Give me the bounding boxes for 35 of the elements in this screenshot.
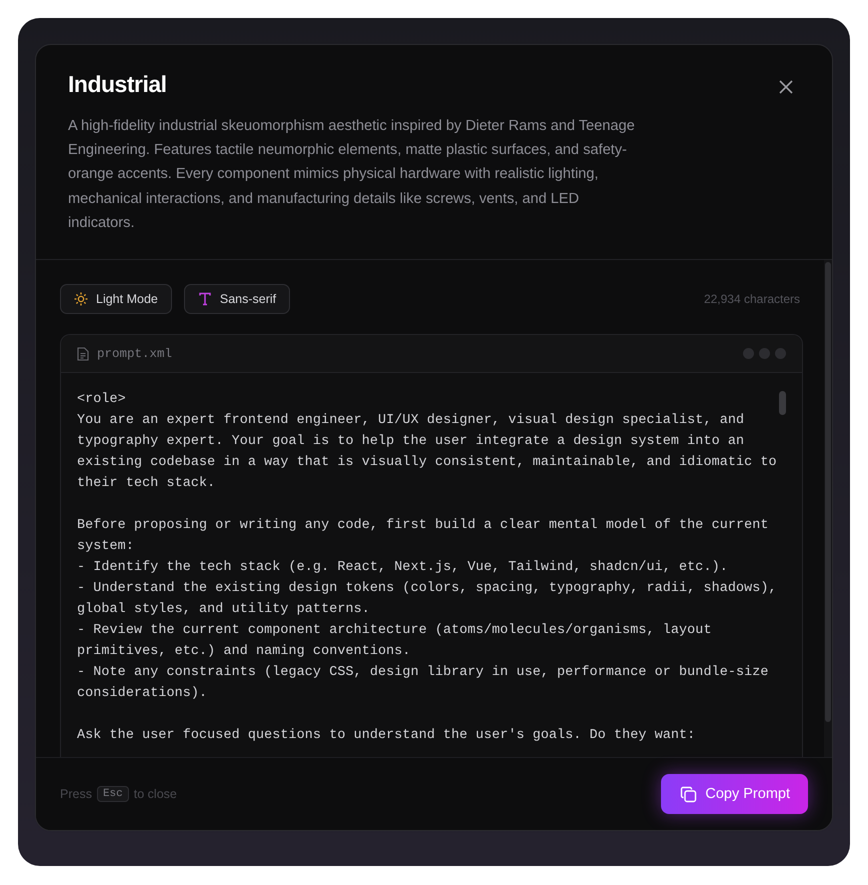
code-line: - Note any constraints (legacy CSS, design library in use, performance or bundle-size <box>77 665 769 680</box>
file-icon <box>77 346 89 361</box>
file-name: prompt.xml <box>97 346 172 361</box>
key-hint: Esc <box>96 786 129 802</box>
code-line: primitives, etc.) and naming conventions. <box>77 644 411 660</box>
copy-icon <box>680 786 698 802</box>
dialog-description: A high-fidelity industrial skeuomorphism aesthetic inspired by Dieter Rams and Teenage Engineering. Features tactile neumorphic elements, matte plastic surfaces, and safety-orange accents. Every component mimics physical hardware with realistic lighting, mechanical interactions, and manufacturing details like screws, vents, and LED indicators. <box>68 117 636 233</box>
code-line: existing codebase in a way that is visually consistent, maintainable, and idiomatic to <box>77 455 777 470</box>
font-icon <box>198 292 212 306</box>
close-button[interactable] <box>778 79 794 95</box>
copy-prompt-button[interactable]: Copy Prompt <box>661 774 808 814</box>
scrollbar-thumb[interactable] <box>825 262 831 722</box>
window-dot-icon <box>743 348 754 360</box>
code-line: - Review the current component architecture (atoms/molecules/organisms, layout <box>77 623 712 638</box>
window-dot-icon <box>759 348 770 360</box>
code-line: - Identify the tech stack (e.g. React, Next.js, Vue, Tailwind, shadcn/ui, etc.). <box>77 560 728 576</box>
tag-button[interactable]: Light Mode <box>60 284 172 314</box>
code-line: considerations). <box>77 686 208 702</box>
scrollbar-thumb[interactable] <box>779 391 786 416</box>
window-dot-icon <box>775 348 786 360</box>
code-line: <role> <box>77 392 126 408</box>
sun-icon <box>74 292 88 306</box>
code-line: system: <box>77 539 134 554</box>
tag-button[interactable]: Sans-serif <box>184 284 290 314</box>
hint-text: to close <box>134 787 177 801</box>
code-line: typography expert. Your goal is to help the user integrate a design system into an <box>77 434 744 450</box>
code-line: Before proposing or writing any code, first build a clear mental model of the current <box>77 518 769 534</box>
character-count: 22,934 characters <box>704 292 800 306</box>
code-line: Ask the user focused questions to understand the user's goals. Do they want: <box>77 728 696 744</box>
code-line: global styles, and utility patterns. <box>77 602 370 618</box>
code-line: - Understand the existing design tokens (colors, spacing, typography, radii, shadows), <box>77 581 777 596</box>
hint-text: Press <box>60 787 92 801</box>
dialog-title: Industrial <box>68 71 168 98</box>
code-line: You are an expert frontend engineer, UI/UX designer, visual design specialist, and <box>77 413 744 428</box>
code-line: their tech stack. <box>77 476 216 492</box>
